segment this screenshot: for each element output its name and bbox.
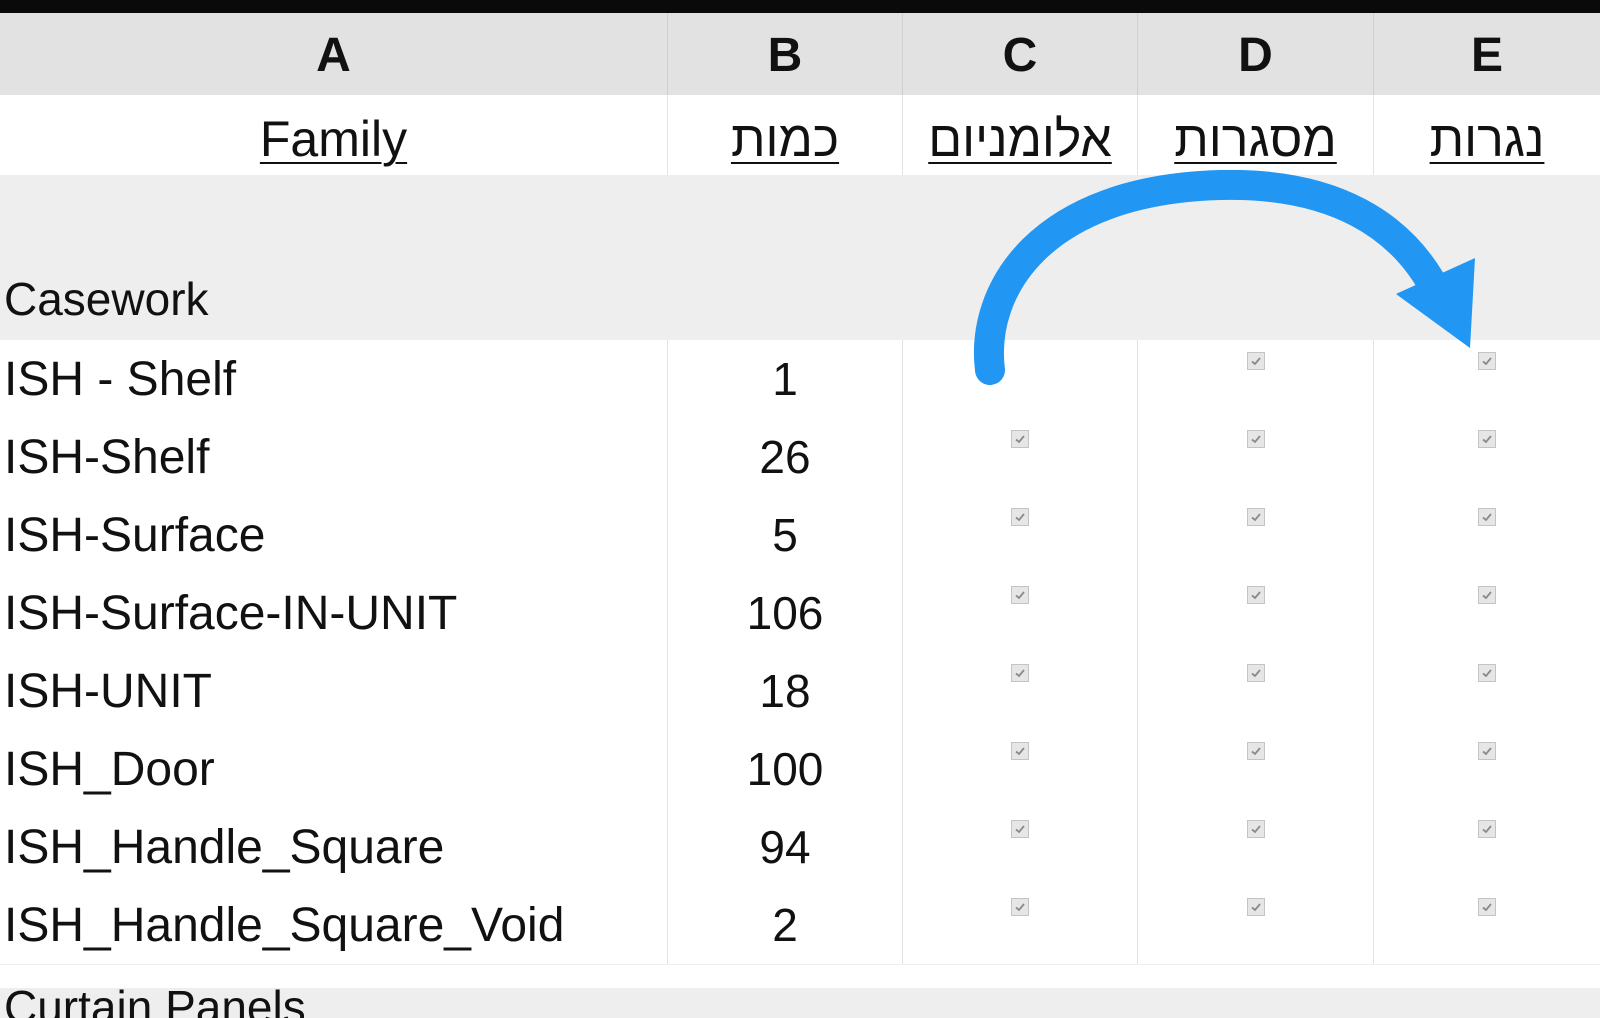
checkbox-checked-icon[interactable] (1246, 898, 1265, 916)
family-cell[interactable]: ISH_Handle_Square_Void (0, 886, 668, 964)
carpentry-cell[interactable] (1374, 340, 1600, 418)
table-row[interactable]: ISH-UNIT 18 (0, 652, 1600, 731)
field-header-row: Family כמות אלומניום מסגרות נגרות (0, 95, 1600, 175)
family-cell[interactable]: ISH_Door (0, 730, 668, 808)
frames-cell[interactable] (1138, 340, 1374, 418)
checkbox-checked-icon[interactable] (1246, 586, 1265, 604)
quantity-cell[interactable]: 18 (668, 652, 903, 730)
quantity-cell[interactable]: 5 (668, 496, 903, 574)
quantity-cell[interactable]: 100 (668, 730, 903, 808)
column-letter-row: A B C D E (0, 13, 1600, 95)
column-c-header[interactable]: C (903, 13, 1138, 95)
checkbox-checked-icon[interactable] (1478, 820, 1496, 838)
carpentry-cell[interactable] (1374, 886, 1600, 964)
checkbox-checked-icon[interactable] (1246, 664, 1265, 682)
aluminum-cell[interactable] (903, 808, 1138, 886)
group-label: Curtain Panels (4, 988, 306, 1018)
table-row[interactable]: ISH-Surface 5 (0, 496, 1600, 575)
table-row[interactable]: ISH_Handle_Square_Void 2 (0, 886, 1600, 965)
carpentry-cell[interactable] (1374, 652, 1600, 730)
frames-cell[interactable] (1138, 730, 1374, 808)
column-e-header[interactable]: E (1374, 13, 1600, 95)
checkbox-checked-icon[interactable] (1478, 508, 1496, 526)
checkbox-checked-icon[interactable] (1478, 352, 1496, 370)
aluminum-cell[interactable] (903, 886, 1138, 964)
aluminum-cell[interactable] (903, 340, 1138, 418)
carpentry-cell[interactable] (1374, 730, 1600, 808)
checkbox-checked-icon[interactable] (1011, 586, 1029, 604)
checkbox-checked-icon[interactable] (1246, 820, 1265, 838)
checkbox-checked-icon[interactable] (1246, 352, 1265, 370)
frames-cell[interactable] (1138, 418, 1374, 496)
aluminum-cell[interactable] (903, 496, 1138, 574)
checkbox-checked-icon[interactable] (1011, 508, 1029, 526)
quantity-header[interactable]: כמות (668, 95, 903, 175)
table-row[interactable]: ISH_Handle_Square 94 (0, 808, 1600, 887)
checkbox-checked-icon[interactable] (1478, 430, 1496, 448)
table-row[interactable]: ISH-Shelf 26 (0, 418, 1600, 497)
frames-cell[interactable] (1138, 808, 1374, 886)
quantity-cell[interactable]: 106 (668, 574, 903, 652)
family-cell[interactable]: ISH-Surface (0, 496, 668, 574)
checkbox-checked-icon[interactable] (1478, 898, 1496, 916)
checkbox-checked-icon[interactable] (1246, 742, 1265, 760)
aluminum-cell[interactable] (903, 574, 1138, 652)
quantity-cell[interactable]: 1 (668, 340, 903, 418)
carpentry-cell[interactable] (1374, 574, 1600, 652)
frames-header[interactable]: מסגרות (1138, 95, 1374, 175)
frames-cell[interactable] (1138, 652, 1374, 730)
carpentry-cell[interactable] (1374, 418, 1600, 496)
checkbox-checked-icon[interactable] (1246, 430, 1265, 448)
aluminum-cell[interactable] (903, 418, 1138, 496)
group-row-casework[interactable]: Casework (0, 175, 1600, 340)
checkbox-checked-icon[interactable] (1011, 430, 1029, 448)
checkbox-checked-icon[interactable] (1011, 898, 1029, 916)
checkbox-checked-icon[interactable] (1011, 742, 1029, 760)
aluminum-header[interactable]: אלומניום (903, 95, 1138, 175)
frames-cell[interactable] (1138, 496, 1374, 574)
frames-cell[interactable] (1138, 886, 1374, 964)
column-b-header[interactable]: B (668, 13, 903, 95)
column-a-header[interactable]: A (0, 13, 668, 95)
table-row[interactable]: ISH-Surface-IN-UNIT 106 (0, 574, 1600, 653)
carpentry-header[interactable]: נגרות (1374, 95, 1600, 175)
quantity-cell[interactable]: 26 (668, 418, 903, 496)
window-top-bar (0, 0, 1600, 13)
family-cell[interactable]: ISH-Shelf (0, 418, 668, 496)
carpentry-cell[interactable] (1374, 496, 1600, 574)
table-row[interactable]: ISH - Shelf 1 (0, 340, 1600, 419)
quantity-cell[interactable]: 94 (668, 808, 903, 886)
spreadsheet-grid: A B C D E Family כמות אלומניום מסגרות נג… (0, 13, 1600, 1018)
family-cell[interactable]: ISH-Surface-IN-UNIT (0, 574, 668, 652)
family-cell[interactable]: ISH - Shelf (0, 340, 668, 418)
group-label: Casework (4, 273, 209, 325)
checkbox-checked-icon[interactable] (1011, 664, 1029, 682)
frames-cell[interactable] (1138, 574, 1374, 652)
aluminum-cell[interactable] (903, 652, 1138, 730)
table-row[interactable]: ISH_Door 100 (0, 730, 1600, 809)
checkbox-checked-icon[interactable] (1246, 508, 1265, 526)
checkbox-checked-icon[interactable] (1478, 742, 1496, 760)
family-header[interactable]: Family (0, 95, 668, 175)
checkbox-checked-icon[interactable] (1478, 664, 1496, 682)
aluminum-cell[interactable] (903, 730, 1138, 808)
checkbox-checked-icon[interactable] (1011, 820, 1029, 838)
group-row-curtain-panels[interactable]: Curtain Panels (0, 988, 1600, 1018)
checkbox-checked-icon[interactable] (1478, 586, 1496, 604)
family-cell[interactable]: ISH_Handle_Square (0, 808, 668, 886)
quantity-cell[interactable]: 2 (668, 886, 903, 964)
family-cell[interactable]: ISH-UNIT (0, 652, 668, 730)
carpentry-cell[interactable] (1374, 808, 1600, 886)
column-d-header[interactable]: D (1138, 13, 1374, 95)
